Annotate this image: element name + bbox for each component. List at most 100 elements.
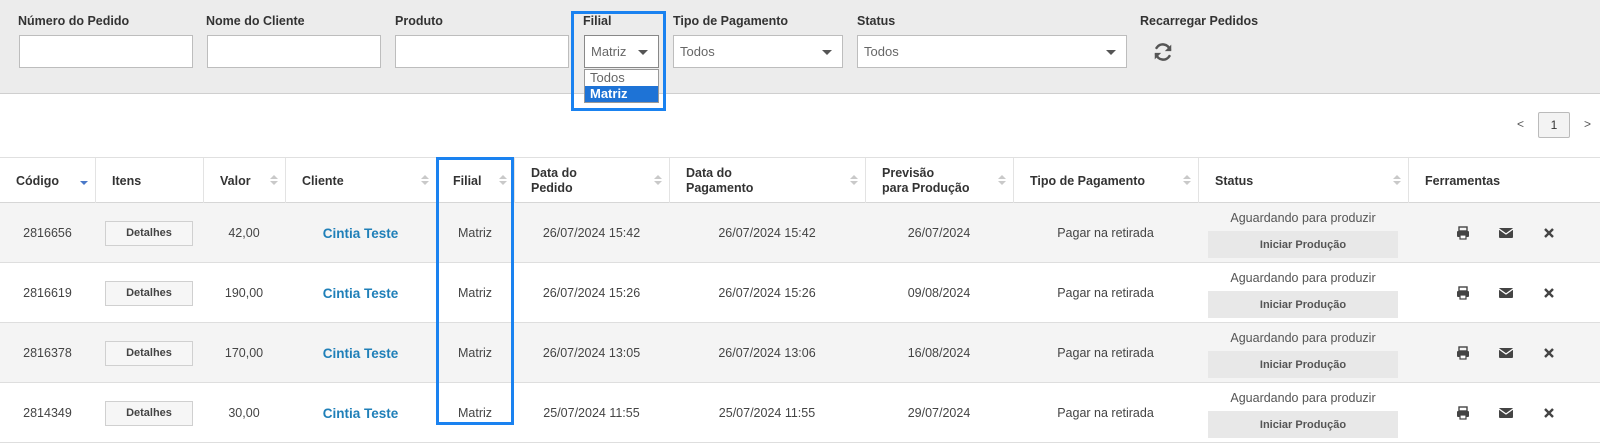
table-header: Código Itens Valor Cliente Filial Data d…: [0, 157, 1600, 204]
data-pagamento-cell: 26/07/2024 13:06: [718, 346, 816, 360]
pagination-prev[interactable]: <: [1517, 117, 1524, 131]
codigo-cell: 2816378: [23, 346, 72, 360]
tipo-pagamento-value: Todos: [680, 44, 715, 59]
valor-cell: 42,00: [228, 226, 260, 240]
tipo-pagamento-label: Tipo de Pagamento: [673, 14, 789, 28]
status-select[interactable]: Todos: [857, 35, 1127, 68]
data-pedido-cell: 26/07/2024 15:42: [542, 226, 641, 240]
pagination-page[interactable]: 1: [1538, 112, 1570, 138]
th-label: Ferramentas: [1425, 173, 1501, 188]
th-label: Data do: [531, 166, 577, 180]
previsao-cell: 26/07/2024: [907, 226, 971, 240]
table-row: 2816619 Detalhes 190,00 Cintia Teste Mat…: [0, 263, 1600, 323]
status-select-value: Todos: [864, 44, 899, 59]
th-valor[interactable]: Valor: [203, 158, 285, 204]
numero-pedido-input[interactable]: [19, 35, 193, 68]
status-label: Status: [857, 14, 896, 28]
envelope-icon[interactable]: [1498, 285, 1514, 301]
sort-icon: [850, 175, 858, 187]
close-icon[interactable]: [1541, 405, 1557, 421]
iniciar-producao-button[interactable]: Iniciar Produção: [1208, 411, 1398, 438]
th-label: Itens: [112, 173, 142, 188]
close-icon[interactable]: [1541, 225, 1557, 241]
filter-bar: Número do Pedido Nome do Cliente Produto…: [0, 0, 1600, 94]
data-pedido-cell: 26/07/2024 15:26: [542, 286, 641, 300]
tipo-pagamento-cell: Pagar na retirada: [1057, 286, 1154, 300]
envelope-icon[interactable]: [1498, 405, 1514, 421]
sort-icon: [421, 175, 429, 187]
data-pedido-cell: 26/07/2024 13:05: [542, 346, 641, 360]
th-codigo[interactable]: Código: [0, 158, 95, 204]
recarregar-label: Recarregar Pedidos: [1140, 14, 1259, 28]
chevron-down-icon: [822, 50, 832, 55]
status-text: Aguardando para produzir: [1230, 331, 1376, 345]
th-label: Valor: [220, 173, 251, 188]
tipo-pagamento-cell: Pagar na retirada: [1057, 346, 1154, 360]
previsao-cell: 09/08/2024: [907, 286, 971, 300]
produto-input[interactable]: [395, 35, 569, 68]
th-tipo-pagamento[interactable]: Tipo de Pagamento: [1013, 158, 1198, 204]
iniciar-producao-button[interactable]: Iniciar Produção: [1208, 291, 1398, 318]
data-pagamento-cell: 26/07/2024 15:42: [718, 226, 816, 240]
tipo-pagamento-select[interactable]: Todos: [673, 35, 843, 68]
envelope-icon[interactable]: [1498, 225, 1514, 241]
close-icon[interactable]: [1541, 285, 1557, 301]
th-label: Data do: [686, 166, 732, 180]
detalhes-button[interactable]: Detalhes: [105, 280, 193, 306]
filial-filter-highlight: [571, 11, 666, 111]
th-data-pagamento[interactable]: Data do Pagamento: [669, 158, 865, 204]
table-row: 2816656 Detalhes 42,00 Cintia Teste Matr…: [0, 203, 1600, 263]
th-previsao[interactable]: Previsão para Produção: [865, 158, 1013, 204]
th-cliente[interactable]: Cliente: [285, 158, 436, 204]
pagination-next[interactable]: >: [1584, 117, 1591, 131]
status-text: Aguardando para produzir: [1230, 211, 1376, 225]
produto-label: Produto: [395, 14, 443, 28]
print-icon[interactable]: [1455, 225, 1471, 241]
table-row: 2814349 Detalhes 30,00 Cintia Teste Matr…: [0, 383, 1600, 443]
previsao-cell: 29/07/2024: [907, 406, 971, 420]
chevron-down-icon: [1106, 50, 1116, 55]
cliente-link[interactable]: Cintia Teste: [285, 383, 436, 443]
filial-column-highlight: [436, 157, 514, 425]
detalhes-button[interactable]: Detalhes: [105, 220, 193, 246]
th-label: Status: [1215, 173, 1254, 188]
table-row: 2816378 Detalhes 170,00 Cintia Teste Mat…: [0, 323, 1600, 383]
th-label: Cliente: [302, 173, 344, 188]
codigo-cell: 2816619: [23, 286, 72, 300]
print-icon[interactable]: [1455, 285, 1471, 301]
status-text: Aguardando para produzir: [1230, 271, 1376, 285]
sort-icon: [654, 175, 662, 187]
th-data-pedido[interactable]: Data do Pedido: [514, 158, 669, 204]
numero-pedido-label: Número do Pedido: [18, 14, 130, 28]
print-icon[interactable]: [1455, 345, 1471, 361]
iniciar-producao-button[interactable]: Iniciar Produção: [1208, 351, 1398, 378]
iniciar-producao-button[interactable]: Iniciar Produção: [1208, 231, 1398, 258]
sort-icon: [270, 175, 278, 187]
th-ferramentas: Ferramentas: [1408, 158, 1600, 204]
sort-icon: [1393, 175, 1401, 187]
sort-icon: [998, 175, 1006, 187]
valor-cell: 170,00: [224, 346, 264, 360]
th-itens: Itens: [95, 158, 203, 204]
data-pagamento-cell: 25/07/2024 11:55: [718, 406, 816, 420]
cliente-link[interactable]: Cintia Teste: [285, 203, 436, 263]
detalhes-button[interactable]: Detalhes: [105, 400, 193, 426]
nome-cliente-label: Nome do Cliente: [206, 14, 305, 28]
valor-cell: 30,00: [228, 406, 260, 420]
print-icon[interactable]: [1455, 405, 1471, 421]
tipo-pagamento-cell: Pagar na retirada: [1057, 226, 1154, 240]
nome-cliente-input[interactable]: [207, 35, 381, 68]
sort-desc-icon: [80, 175, 88, 187]
cliente-link[interactable]: Cintia Teste: [285, 323, 436, 383]
status-text: Aguardando para produzir: [1230, 391, 1376, 405]
detalhes-button[interactable]: Detalhes: [105, 340, 193, 366]
refresh-icon[interactable]: [1152, 41, 1174, 63]
close-icon[interactable]: [1541, 345, 1557, 361]
sort-icon: [1183, 175, 1191, 187]
codigo-cell: 2814349: [23, 406, 72, 420]
th-status[interactable]: Status: [1198, 158, 1408, 204]
envelope-icon[interactable]: [1498, 345, 1514, 361]
data-pedido-cell: 25/07/2024 11:55: [543, 406, 640, 420]
cliente-link[interactable]: Cintia Teste: [285, 263, 436, 323]
tipo-pagamento-cell: Pagar na retirada: [1057, 406, 1154, 420]
